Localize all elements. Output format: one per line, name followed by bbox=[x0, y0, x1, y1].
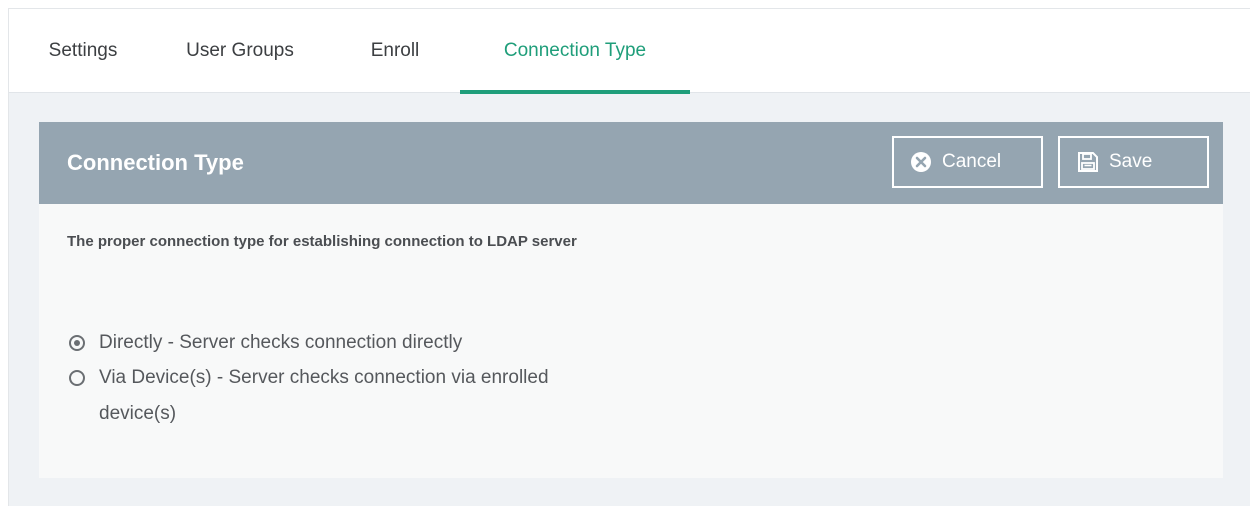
radio-option-via-devices[interactable]: Via Device(s) - Server checks connection… bbox=[69, 360, 569, 432]
tab-enroll[interactable]: Enroll bbox=[353, 9, 437, 93]
close-circle-icon bbox=[910, 151, 932, 173]
tab-bar: Settings User Groups Enroll Connection T… bbox=[9, 9, 1250, 94]
tab-user-groups[interactable]: User Groups bbox=[171, 9, 309, 93]
radio-button-checked[interactable] bbox=[69, 335, 85, 351]
radio-label-via-devices: Via Device(s) - Server checks connection… bbox=[99, 367, 549, 424]
tab-settings[interactable]: Settings bbox=[37, 9, 129, 93]
tab-connection-type[interactable]: Connection Type bbox=[460, 9, 690, 94]
radio-label-directly: Directly - Server checks connection dire… bbox=[99, 332, 463, 353]
save-label: Save bbox=[1109, 151, 1153, 172]
connection-description: The proper connection type for establish… bbox=[67, 233, 577, 250]
cancel-label: Cancel bbox=[942, 151, 1002, 172]
panel-title: Connection Type bbox=[67, 150, 244, 175]
connection-type-panel: Connection Type Cancel Save The proper c… bbox=[39, 122, 1223, 478]
radio-option-directly[interactable]: Directly - Server checks connection dire… bbox=[69, 325, 599, 361]
floppy-disk-icon bbox=[1077, 151, 1099, 173]
content-frame: Settings User Groups Enroll Connection T… bbox=[8, 8, 1250, 506]
panel-header: Connection Type Cancel Save bbox=[39, 122, 1223, 204]
cancel-button[interactable]: Cancel bbox=[892, 136, 1043, 188]
radio-button-unchecked[interactable] bbox=[69, 370, 85, 386]
save-button[interactable]: Save bbox=[1058, 136, 1209, 188]
